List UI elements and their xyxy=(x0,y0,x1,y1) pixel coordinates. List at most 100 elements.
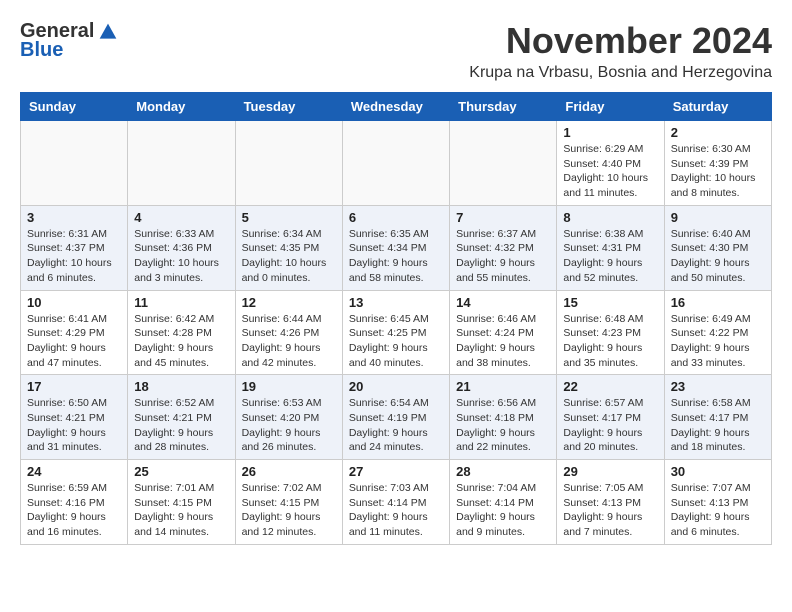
day-number: 9 xyxy=(671,210,765,225)
calendar-week-row: 10 Sunrise: 6:41 AM Sunset: 4:29 PM Dayli… xyxy=(21,290,772,375)
day-number: 24 xyxy=(27,464,121,479)
day-info: Sunrise: 6:59 AM Sunset: 4:16 PM Dayligh… xyxy=(27,481,121,540)
table-row: 25 Sunrise: 7:01 AM Sunset: 4:15 PM Dayli… xyxy=(128,460,235,545)
day-number: 14 xyxy=(456,295,550,310)
day-number: 3 xyxy=(27,210,121,225)
day-number: 1 xyxy=(563,125,657,140)
table-row: 12 Sunrise: 6:44 AM Sunset: 4:26 PM Dayli… xyxy=(235,290,342,375)
day-info: Sunrise: 6:44 AM Sunset: 4:26 PM Dayligh… xyxy=(242,312,336,371)
table-row: 20Sunrise: 6:54 AM Sunset: 4:19 PM Dayli… xyxy=(342,375,449,460)
table-row xyxy=(128,121,235,206)
table-row: 6Sunrise: 6:35 AM Sunset: 4:34 PM Daylig… xyxy=(342,205,449,290)
day-number: 6 xyxy=(349,210,443,225)
table-row: 13Sunrise: 6:45 AM Sunset: 4:25 PM Dayli… xyxy=(342,290,449,375)
table-row: 11 Sunrise: 6:42 AM Sunset: 4:28 PM Dayli… xyxy=(128,290,235,375)
table-row: 21Sunrise: 6:56 AM Sunset: 4:18 PM Dayli… xyxy=(450,375,557,460)
table-row: 7 Sunrise: 6:37 AM Sunset: 4:32 PM Daylig… xyxy=(450,205,557,290)
calendar-week-row: 17 Sunrise: 6:50 AM Sunset: 4:21 PM Dayli… xyxy=(21,375,772,460)
day-info: Sunrise: 6:38 AM Sunset: 4:31 PM Dayligh… xyxy=(563,227,657,286)
table-row: 5Sunrise: 6:34 AM Sunset: 4:35 PM Daylig… xyxy=(235,205,342,290)
table-row: 10 Sunrise: 6:41 AM Sunset: 4:29 PM Dayli… xyxy=(21,290,128,375)
title-block: November 2024 Krupa na Vrbasu, Bosnia an… xyxy=(469,20,772,82)
day-info: Sunrise: 6:37 AM Sunset: 4:32 PM Dayligh… xyxy=(456,227,550,286)
header-friday: Friday xyxy=(557,93,664,121)
day-number: 12 xyxy=(242,295,336,310)
page-header: General Blue November 2024 Krupa na Vrba… xyxy=(20,20,772,82)
header-monday: Monday xyxy=(128,93,235,121)
table-row: 3 Sunrise: 6:31 AM Sunset: 4:37 PM Daylig… xyxy=(21,205,128,290)
day-info: Sunrise: 6:54 AM Sunset: 4:19 PM Dayligh… xyxy=(349,396,443,455)
day-info: Sunrise: 6:40 AM Sunset: 4:30 PM Dayligh… xyxy=(671,227,765,286)
day-number: 29 xyxy=(563,464,657,479)
day-info: Sunrise: 6:50 AM Sunset: 4:21 PM Dayligh… xyxy=(27,396,121,455)
day-info: Sunrise: 6:41 AM Sunset: 4:29 PM Dayligh… xyxy=(27,312,121,371)
table-row: 22 Sunrise: 6:57 AM Sunset: 4:17 PM Dayli… xyxy=(557,375,664,460)
header-wednesday: Wednesday xyxy=(342,93,449,121)
day-number: 27 xyxy=(349,464,443,479)
table-row xyxy=(342,121,449,206)
table-row: 1 Sunrise: 6:29 AM Sunset: 4:40 PM Daylig… xyxy=(557,121,664,206)
day-info: Sunrise: 6:45 AM Sunset: 4:25 PM Dayligh… xyxy=(349,312,443,371)
day-info: Sunrise: 7:05 AM Sunset: 4:13 PM Dayligh… xyxy=(563,481,657,540)
day-info: Sunrise: 6:30 AM Sunset: 4:39 PM Dayligh… xyxy=(671,142,765,201)
header-thursday: Thursday xyxy=(450,93,557,121)
day-number: 22 xyxy=(563,379,657,394)
header-saturday: Saturday xyxy=(664,93,771,121)
day-info: Sunrise: 7:07 AM Sunset: 4:13 PM Dayligh… xyxy=(671,481,765,540)
day-number: 10 xyxy=(27,295,121,310)
day-info: Sunrise: 6:34 AM Sunset: 4:35 PM Dayligh… xyxy=(242,227,336,286)
day-info: Sunrise: 6:57 AM Sunset: 4:17 PM Dayligh… xyxy=(563,396,657,455)
day-number: 18 xyxy=(134,379,228,394)
month-title: November 2024 xyxy=(469,20,772,62)
day-info: Sunrise: 6:31 AM Sunset: 4:37 PM Dayligh… xyxy=(27,227,121,286)
day-info: Sunrise: 6:33 AM Sunset: 4:36 PM Dayligh… xyxy=(134,227,228,286)
day-info: Sunrise: 7:04 AM Sunset: 4:14 PM Dayligh… xyxy=(456,481,550,540)
day-info: Sunrise: 7:03 AM Sunset: 4:14 PM Dayligh… xyxy=(349,481,443,540)
table-row: 16 Sunrise: 6:49 AM Sunset: 4:22 PM Dayli… xyxy=(664,290,771,375)
day-number: 19 xyxy=(242,379,336,394)
logo-icon xyxy=(98,22,118,42)
day-info: Sunrise: 6:29 AM Sunset: 4:40 PM Dayligh… xyxy=(563,142,657,201)
day-number: 11 xyxy=(134,295,228,310)
table-row: 26 Sunrise: 7:02 AM Sunset: 4:15 PM Dayli… xyxy=(235,460,342,545)
day-info: Sunrise: 6:58 AM Sunset: 4:17 PM Dayligh… xyxy=(671,396,765,455)
table-row: 2 Sunrise: 6:30 AM Sunset: 4:39 PM Daylig… xyxy=(664,121,771,206)
day-info: Sunrise: 7:02 AM Sunset: 4:15 PM Dayligh… xyxy=(242,481,336,540)
logo: General Blue xyxy=(20,20,118,62)
calendar-week-row: 3 Sunrise: 6:31 AM Sunset: 4:37 PM Daylig… xyxy=(21,205,772,290)
table-row: 9 Sunrise: 6:40 AM Sunset: 4:30 PM Daylig… xyxy=(664,205,771,290)
day-number: 30 xyxy=(671,464,765,479)
table-row: 19 Sunrise: 6:53 AM Sunset: 4:20 PM Dayli… xyxy=(235,375,342,460)
day-number: 21 xyxy=(456,379,550,394)
day-info: Sunrise: 6:42 AM Sunset: 4:28 PM Dayligh… xyxy=(134,312,228,371)
table-row: 18Sunrise: 6:52 AM Sunset: 4:21 PM Dayli… xyxy=(128,375,235,460)
table-row: 4Sunrise: 6:33 AM Sunset: 4:36 PM Daylig… xyxy=(128,205,235,290)
day-number: 23 xyxy=(671,379,765,394)
table-row xyxy=(450,121,557,206)
day-number: 2 xyxy=(671,125,765,140)
day-number: 7 xyxy=(456,210,550,225)
day-number: 16 xyxy=(671,295,765,310)
calendar: Sunday Monday Tuesday Wednesday Thursday… xyxy=(20,92,772,545)
header-tuesday: Tuesday xyxy=(235,93,342,121)
table-row: 30 Sunrise: 7:07 AM Sunset: 4:13 PM Dayli… xyxy=(664,460,771,545)
location: Krupa na Vrbasu, Bosnia and Herzegovina xyxy=(469,64,772,82)
day-info: Sunrise: 7:01 AM Sunset: 4:15 PM Dayligh… xyxy=(134,481,228,540)
calendar-week-row: 1 Sunrise: 6:29 AM Sunset: 4:40 PM Daylig… xyxy=(21,121,772,206)
day-info: Sunrise: 6:53 AM Sunset: 4:20 PM Dayligh… xyxy=(242,396,336,455)
day-number: 26 xyxy=(242,464,336,479)
header-sunday: Sunday xyxy=(21,93,128,121)
table-row: 17 Sunrise: 6:50 AM Sunset: 4:21 PM Dayli… xyxy=(21,375,128,460)
table-row: 28 Sunrise: 7:04 AM Sunset: 4:14 PM Dayli… xyxy=(450,460,557,545)
day-number: 8 xyxy=(563,210,657,225)
day-number: 25 xyxy=(134,464,228,479)
day-number: 28 xyxy=(456,464,550,479)
table-row: 29 Sunrise: 7:05 AM Sunset: 4:13 PM Dayli… xyxy=(557,460,664,545)
calendar-week-row: 24 Sunrise: 6:59 AM Sunset: 4:16 PM Dayli… xyxy=(21,460,772,545)
table-row: 14Sunrise: 6:46 AM Sunset: 4:24 PM Dayli… xyxy=(450,290,557,375)
day-info: Sunrise: 6:48 AM Sunset: 4:23 PM Dayligh… xyxy=(563,312,657,371)
table-row: 8 Sunrise: 6:38 AM Sunset: 4:31 PM Daylig… xyxy=(557,205,664,290)
logo-blue: Blue xyxy=(20,39,63,62)
day-number: 17 xyxy=(27,379,121,394)
day-info: Sunrise: 6:49 AM Sunset: 4:22 PM Dayligh… xyxy=(671,312,765,371)
